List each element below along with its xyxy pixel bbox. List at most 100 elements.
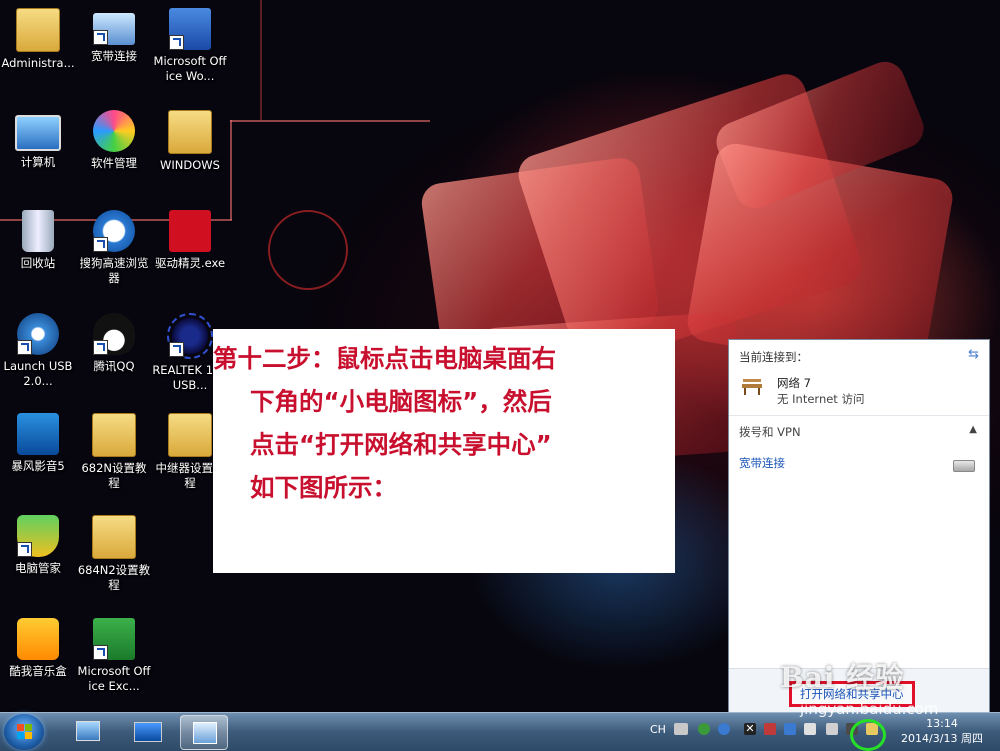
desktop-icon-administrator[interactable]: Administra...: [0, 8, 76, 71]
wireless-adapter-icon: [167, 313, 213, 359]
shortcut-arrow-icon: [169, 35, 184, 50]
music-icon: [17, 618, 59, 660]
app-tray-icon[interactable]: [764, 723, 776, 735]
icon-label: 电脑管家: [15, 561, 61, 575]
windows-logo-icon: [17, 724, 33, 740]
keyboard-icon[interactable]: [674, 723, 688, 735]
update-icon[interactable]: [718, 723, 730, 735]
icon-label: 计算机: [20, 155, 56, 169]
desktop-icon-word[interactable]: Microsoft Office Wo...: [152, 8, 228, 84]
icon-label: 酷我音乐盒: [9, 664, 67, 678]
speaker-icon[interactable]: [826, 723, 838, 735]
folder-icon: [92, 515, 136, 559]
divider: [729, 415, 989, 416]
clock[interactable]: 13:14 2014/3/13 周四: [892, 716, 992, 746]
desktop-icon-software-manager[interactable]: 软件管理: [76, 110, 152, 171]
app-tray-icon[interactable]: [784, 723, 796, 735]
icon-label: 腾讯QQ: [93, 359, 135, 373]
icon-label: Administra...: [1, 56, 75, 70]
desktop-icon-pc-manager[interactable]: 电脑管家: [0, 515, 76, 576]
taskbar-desktop-button[interactable]: [124, 715, 170, 748]
desktop-icon-broadband[interactable]: 宽带连接: [76, 8, 152, 64]
taskbar-computer-button[interactable]: [64, 715, 110, 748]
user-folder-icon: [16, 8, 60, 52]
desktop-icon-excel[interactable]: Microsoft Office Exc...: [76, 618, 152, 694]
wallpaper-line: [230, 120, 232, 220]
language-indicator[interactable]: CH: [650, 723, 666, 736]
folder-icon: [168, 413, 212, 457]
pinwheel-icon: [93, 110, 135, 152]
driver-genius-icon: [169, 210, 211, 252]
network-status: 无 Internet 访问: [777, 392, 865, 406]
monitor-icon: [134, 722, 162, 742]
usb-icon[interactable]: [804, 723, 816, 735]
film-player-icon: [17, 413, 59, 455]
wallpaper-line: [230, 120, 430, 122]
modem-icon: [953, 460, 975, 472]
start-button[interactable]: [4, 714, 44, 750]
penguin-icon: [93, 313, 135, 355]
clock-date: 2014/3/13 周四: [901, 732, 983, 745]
computer-icon: [76, 721, 100, 741]
desktop-icon-launch-usb[interactable]: Launch USB2.0...: [0, 313, 76, 389]
icon-label: 驱动精灵.exe: [154, 256, 226, 270]
icon-label: 暴风影音5: [11, 459, 65, 473]
desktop-icon-driver-genius[interactable]: 驱动精灵.exe: [152, 210, 228, 271]
browser-icon: [93, 210, 135, 252]
network-name[interactable]: 网络 7: [777, 375, 811, 391]
icon-label: 684N2设置教程: [77, 563, 151, 592]
watermark-brand: Bai 经验: [780, 661, 905, 694]
icon-label: Launch USB2.0...: [3, 359, 73, 388]
bench-network-icon: [741, 378, 763, 396]
recycle-bin-icon: [22, 210, 54, 252]
instruction-text: 第十二步：鼠标点击电脑桌面右 下角的“小电脑图标”，然后 点击“打开网络和共享中…: [213, 337, 663, 509]
dialup-vpn-section[interactable]: 拨号和 VPN: [739, 424, 801, 440]
desktop-icon-windows-folder[interactable]: WINDOWS: [152, 110, 228, 173]
broadband-connection-link[interactable]: 宽带连接: [739, 455, 785, 471]
desktop-icon-computer[interactable]: 计算机: [0, 110, 76, 170]
network-computer-icon: [93, 13, 135, 45]
computer-icon: [15, 115, 61, 151]
icon-label: 回收站: [20, 256, 56, 270]
icon-label: Microsoft Office Exc...: [77, 664, 151, 693]
icon-label: 宽带连接: [91, 49, 137, 63]
close-icon[interactable]: ✕: [744, 723, 756, 735]
shortcut-arrow-icon: [93, 340, 108, 355]
desktop-icon-682n-guide[interactable]: 682N设置教程: [76, 413, 152, 491]
instruction-line: 点击“打开网络和共享中心”: [250, 430, 552, 459]
wallpaper-emblem: [268, 210, 348, 290]
highlight-ring: [850, 719, 886, 751]
taskbar-control-panel-button[interactable]: [180, 715, 228, 750]
security-icon[interactable]: [698, 723, 710, 735]
watermark-url: jingyan.baidu.com: [800, 700, 939, 718]
word-icon: [169, 8, 211, 50]
desktop-icon-recycle-bin[interactable]: 回收站: [0, 210, 76, 271]
icon-label: 搜狗高速浏览器: [79, 256, 149, 285]
desktop-icon-baofeng[interactable]: 暴风影音5: [0, 413, 76, 474]
shortcut-arrow-icon: [93, 645, 108, 660]
folder-icon: [168, 110, 212, 154]
shortcut-arrow-icon: [17, 542, 32, 557]
icon-label: Microsoft Office Wo...: [153, 54, 227, 83]
current-connection-header: 当前连接到：: [739, 350, 808, 364]
usb-launch-icon: [17, 313, 59, 355]
refresh-icon[interactable]: ⇆: [968, 347, 979, 362]
desktop-icon-kuwo[interactable]: 酷我音乐盒: [0, 618, 76, 679]
shortcut-arrow-icon: [169, 342, 184, 357]
desktop-icon-sogou-browser[interactable]: 搜狗高速浏览器: [76, 210, 152, 286]
excel-icon: [93, 618, 135, 660]
wallpaper-line: [260, 0, 262, 120]
icon-label: 682N设置教程: [81, 461, 147, 490]
clock-time: 13:14: [926, 717, 958, 730]
shortcut-arrow-icon: [93, 30, 108, 45]
control-panel-icon: [193, 722, 217, 744]
icon-label: 软件管理: [91, 156, 137, 170]
instruction-line: 下角的“小电脑图标”，然后: [250, 387, 552, 416]
shortcut-arrow-icon: [17, 340, 32, 355]
desktop-icon-qq[interactable]: 腾讯QQ: [76, 313, 152, 374]
desktop-icon-684n2-guide[interactable]: 684N2设置教程: [76, 515, 152, 593]
chevron-up-icon[interactable]: ▲: [969, 424, 977, 435]
instruction-line: 第十二步：鼠标点击电脑桌面右: [213, 344, 556, 373]
folder-icon: [92, 413, 136, 457]
shortcut-arrow-icon: [93, 237, 108, 252]
